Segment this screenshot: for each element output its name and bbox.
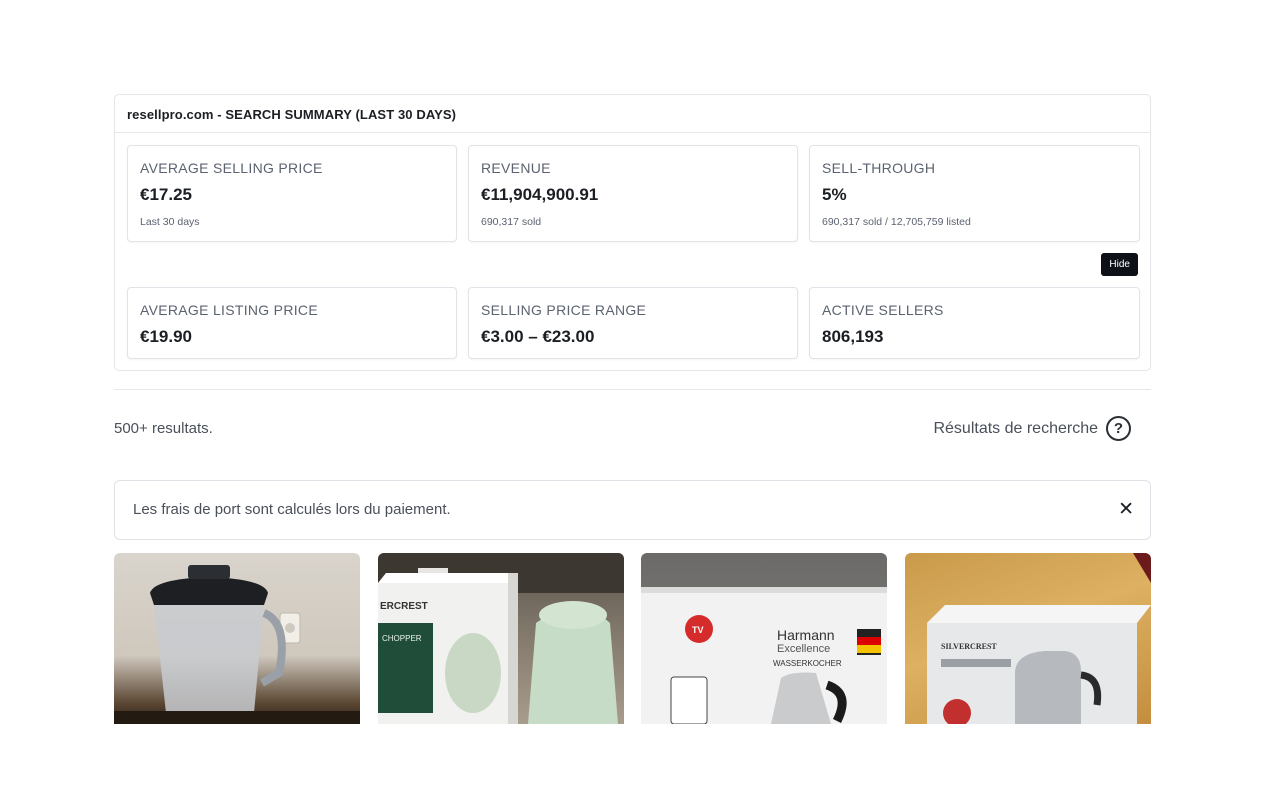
product-card-3[interactable]: TV Harmann Excellence WASSERKOCHER bbox=[641, 553, 887, 724]
hide-summary-button[interactable]: Hide bbox=[1101, 253, 1138, 276]
stat-label: SELLING PRICE RANGE bbox=[481, 302, 647, 318]
photo-badge-text: TV bbox=[692, 625, 704, 635]
stat-label: REVENUE bbox=[481, 160, 551, 176]
stat-card-selling-price-range: SELLING PRICE RANGE €3.00 – €23.00 bbox=[468, 287, 798, 359]
product-card-4[interactable]: SILVERCREST bbox=[905, 553, 1151, 724]
search-summary-panel: resellpro.com - SEARCH SUMMARY (LAST 30 … bbox=[114, 94, 1151, 371]
product-card-1[interactable] bbox=[114, 553, 360, 724]
results-heading-text: Résultats de recherche bbox=[933, 419, 1098, 437]
photo-brand-text: Harmann bbox=[777, 627, 835, 643]
photo-brand-text: SILVERCREST bbox=[941, 642, 997, 651]
photo-product-text: CHOPPER bbox=[382, 634, 422, 643]
product-photo: ERCREST CHOPPER bbox=[378, 553, 624, 724]
stat-card-sell-through: SELL-THROUGH 5% 690,317 sold / 12,705,75… bbox=[809, 145, 1140, 242]
stat-subtext: 690,317 sold bbox=[481, 216, 542, 228]
notice-text: Les frais de port sont calculés lors du … bbox=[133, 501, 451, 518]
product-card-2[interactable]: ERCREST CHOPPER bbox=[378, 553, 624, 724]
product-photo: TV Harmann Excellence WASSERKOCHER bbox=[641, 587, 887, 724]
stat-subtext: 690,317 sold / 12,705,759 listed bbox=[822, 216, 971, 228]
stat-label: ACTIVE SELLERS bbox=[822, 302, 944, 318]
close-icon[interactable]: ✕ bbox=[1118, 500, 1134, 519]
product-photo bbox=[114, 565, 360, 724]
stat-card-revenue: REVENUE €11,904,900.91 690,317 sold bbox=[468, 145, 798, 242]
photo-brand-text: ERCREST bbox=[380, 601, 428, 612]
stat-value: 806,193 bbox=[822, 327, 884, 346]
stat-value: €11,904,900.91 bbox=[481, 185, 599, 204]
stat-label: AVERAGE SELLING PRICE bbox=[140, 160, 323, 176]
section-divider bbox=[114, 389, 1151, 390]
stat-subtext: Last 30 days bbox=[140, 216, 200, 228]
help-icon[interactable]: ? bbox=[1106, 416, 1131, 441]
results-heading: Résultats de recherche ? bbox=[933, 416, 1131, 441]
results-count: 500+ resultats. bbox=[114, 420, 213, 437]
product-grid: ERCREST CHOPPER TV Harmann Excellence WA… bbox=[114, 553, 1151, 724]
stat-card-active-sellers: ACTIVE SELLERS 806,193 bbox=[809, 287, 1140, 359]
stat-value: €19.90 bbox=[140, 327, 192, 346]
photo-line-text: Excellence bbox=[777, 643, 830, 655]
stat-card-average-listing-price: AVERAGE LISTING PRICE €19.90 bbox=[127, 287, 457, 359]
stat-label: AVERAGE LISTING PRICE bbox=[140, 302, 318, 318]
photo-product-text: WASSERKOCHER bbox=[773, 659, 842, 668]
stat-value: €17.25 bbox=[140, 185, 192, 204]
product-photo: SILVERCREST bbox=[927, 553, 1151, 724]
summary-title: resellpro.com - SEARCH SUMMARY (LAST 30 … bbox=[115, 95, 1150, 133]
stat-label: SELL-THROUGH bbox=[822, 160, 936, 176]
stat-value: €3.00 – €23.00 bbox=[481, 327, 595, 346]
stat-card-average-selling-price: AVERAGE SELLING PRICE €17.25 Last 30 day… bbox=[127, 145, 457, 242]
stat-value: 5% bbox=[822, 185, 847, 204]
shipping-notice: Les frais de port sont calculés lors du … bbox=[114, 480, 1151, 540]
